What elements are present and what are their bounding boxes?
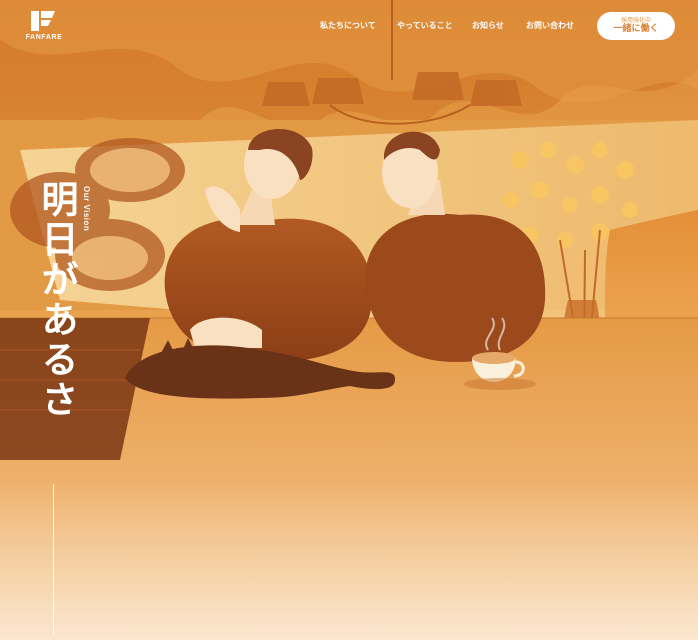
nav-item-services[interactable]: やっていること <box>397 20 453 31</box>
fanfare-logo-icon <box>31 11 55 31</box>
nav-item-about[interactable]: 私たちについて <box>320 20 376 31</box>
join-us-button[interactable]: 採用強化中 一緒に働く <box>597 12 675 40</box>
scroll-indicator-line <box>53 484 54 634</box>
vision-title: 明日があるさ <box>35 180 78 420</box>
nav-item-news[interactable]: お知らせ <box>472 20 504 31</box>
join-us-label: 一緒に働く <box>613 24 659 34</box>
brand-name: FANFARE <box>25 34 63 41</box>
join-us-sub-label: 採用強化中 <box>620 17 651 24</box>
page: FANFARE 私たちについて やっていること お知らせ お問い合わせ 採用強化… <box>0 0 698 640</box>
nav-item-contact[interactable]: お問い合わせ <box>526 20 574 31</box>
vision-label: Our Vision <box>82 186 91 232</box>
fanfare-logo[interactable]: FANFARE <box>22 10 66 44</box>
